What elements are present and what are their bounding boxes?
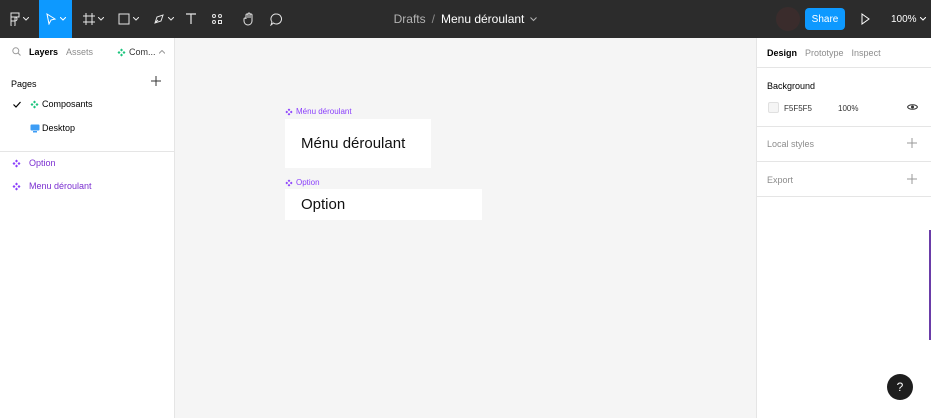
component-icon bbox=[12, 182, 21, 190]
share-button[interactable]: Share bbox=[805, 8, 845, 30]
export-heading: Export bbox=[767, 175, 794, 185]
layer-item-label: Menu déroulant bbox=[29, 181, 92, 191]
toolbar: Drafts / Menu déroulant Share 100% bbox=[0, 0, 931, 38]
tab-layers[interactable]: Layers bbox=[29, 47, 58, 57]
frame-label-menu-deroulant[interactable]: Ménu déroulant bbox=[285, 107, 352, 116]
check-icon bbox=[13, 101, 21, 108]
chevron-down-icon[interactable] bbox=[530, 16, 538, 22]
chevron-down-icon bbox=[97, 17, 104, 21]
right-panel-tabs: Design Prototype Inspect bbox=[767, 48, 881, 58]
pages-heading: Pages bbox=[11, 79, 37, 89]
panel-divider bbox=[757, 161, 931, 162]
help-button[interactable]: ? bbox=[887, 374, 913, 400]
components-icon bbox=[212, 14, 222, 24]
tab-design[interactable]: Design bbox=[767, 48, 797, 58]
frame-tool-button[interactable] bbox=[78, 0, 108, 38]
tab-assets[interactable]: Assets bbox=[66, 47, 93, 57]
canvas[interactable]: Ménu déroulant Ménu déroulant Option Opt… bbox=[175, 38, 756, 418]
background-opacity-input[interactable]: 100% bbox=[838, 104, 858, 113]
present-button[interactable] bbox=[857, 11, 873, 27]
left-panel: Layers Assets Com... Pages Composants De… bbox=[0, 38, 175, 418]
search-icon[interactable] bbox=[12, 47, 21, 56]
right-panel: Design Prototype Inspect Background F5F5… bbox=[756, 38, 931, 418]
page-selector-label: Com... bbox=[129, 47, 156, 57]
component-icon bbox=[285, 107, 293, 116]
move-tool-button[interactable] bbox=[39, 0, 72, 38]
cursor-icon bbox=[46, 13, 57, 25]
component-icon bbox=[285, 178, 293, 187]
eye-icon[interactable] bbox=[907, 103, 918, 111]
shape-tool-button[interactable] bbox=[113, 0, 143, 38]
pen-icon bbox=[153, 14, 164, 24]
desktop-icon bbox=[30, 124, 40, 132]
tab-inspect[interactable]: Inspect bbox=[852, 48, 881, 58]
page-item-label: Composants bbox=[42, 99, 93, 109]
component-icon bbox=[12, 159, 21, 167]
add-export-button[interactable] bbox=[907, 174, 917, 184]
text-tool-button[interactable] bbox=[181, 0, 201, 38]
figma-logo-icon bbox=[10, 12, 19, 26]
hand-icon bbox=[243, 12, 253, 26]
resources-tool-button[interactable] bbox=[207, 0, 227, 38]
zoom-dropdown[interactable]: 100% bbox=[891, 11, 926, 27]
component-set-icon bbox=[30, 100, 39, 108]
background-hex-input[interactable]: F5F5F5 bbox=[784, 104, 812, 113]
frame-label-option[interactable]: Option bbox=[285, 178, 320, 187]
chevron-down-icon bbox=[60, 17, 66, 21]
chevron-down-icon bbox=[919, 17, 926, 21]
breadcrumb-separator: / bbox=[431, 12, 435, 26]
pen-tool-button[interactable] bbox=[148, 0, 178, 38]
component-text: Ménu déroulant bbox=[301, 135, 406, 152]
component-set-icon bbox=[117, 48, 126, 56]
text-icon bbox=[186, 13, 196, 24]
layer-item-menu-deroulant[interactable]: Menu déroulant bbox=[0, 176, 175, 196]
page-item-desktop[interactable]: Desktop bbox=[0, 118, 175, 138]
zoom-value: 100% bbox=[891, 13, 917, 25]
background-color-swatch[interactable] bbox=[768, 102, 779, 113]
panel-divider bbox=[757, 196, 931, 197]
chevron-up-icon bbox=[158, 50, 165, 54]
chevron-down-icon bbox=[22, 17, 29, 21]
background-heading: Background bbox=[767, 81, 816, 91]
chevron-down-icon bbox=[167, 17, 174, 21]
avatar[interactable] bbox=[776, 7, 800, 31]
layer-item-label: Option bbox=[29, 158, 56, 168]
play-icon bbox=[861, 13, 870, 25]
panel-divider bbox=[0, 151, 175, 152]
chevron-down-icon bbox=[132, 17, 139, 21]
page-item-composants[interactable]: Composants bbox=[0, 94, 175, 114]
file-name[interactable]: Menu déroulant bbox=[441, 12, 524, 26]
breadcrumb-drafts[interactable]: Drafts bbox=[394, 12, 426, 26]
local-styles-heading: Local styles bbox=[767, 139, 815, 149]
rectangle-icon bbox=[118, 13, 129, 25]
frame-label-text: Option bbox=[296, 178, 320, 187]
frame-label-text: Ménu déroulant bbox=[296, 107, 352, 116]
panel-divider bbox=[757, 126, 931, 127]
hand-tool-button[interactable] bbox=[239, 0, 259, 38]
left-panel-tabs: Layers Assets Com... bbox=[0, 38, 175, 66]
main-menu-button[interactable] bbox=[4, 0, 34, 38]
component-option[interactable]: Option bbox=[285, 189, 482, 220]
layer-item-option[interactable]: Option bbox=[0, 153, 175, 173]
page-item-label: Desktop bbox=[42, 123, 76, 133]
comment-tool-button[interactable] bbox=[266, 0, 286, 38]
tab-prototype[interactable]: Prototype bbox=[805, 48, 844, 58]
add-local-style-button[interactable] bbox=[907, 138, 917, 148]
page-selector[interactable]: Com... bbox=[117, 47, 165, 57]
panel-divider bbox=[757, 67, 931, 68]
frame-icon bbox=[82, 13, 95, 25]
component-text: Option bbox=[301, 196, 346, 213]
add-page-button[interactable] bbox=[150, 75, 162, 87]
comment-icon bbox=[269, 12, 282, 26]
component-menu-deroulant[interactable]: Ménu déroulant bbox=[285, 119, 431, 168]
